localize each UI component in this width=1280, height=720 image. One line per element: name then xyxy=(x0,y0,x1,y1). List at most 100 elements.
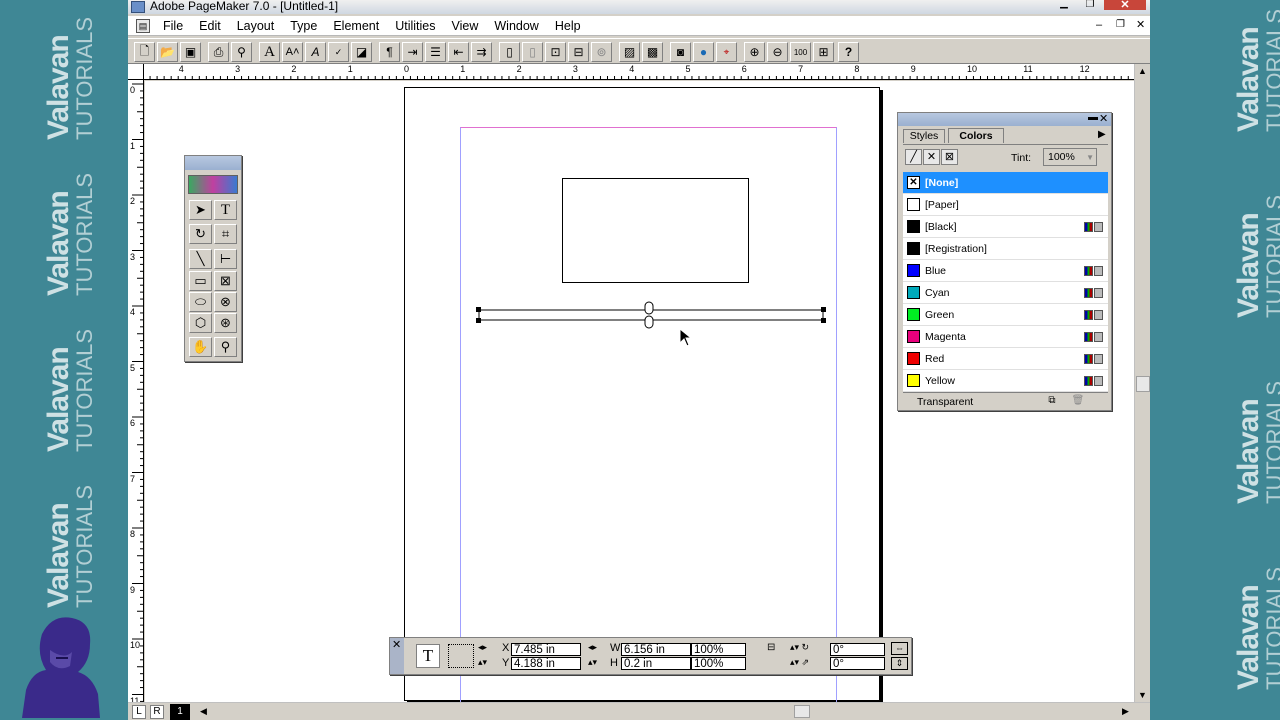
indent-icon[interactable]: ⇥ xyxy=(402,42,423,62)
flip-vertical-icon[interactable]: ⇕ xyxy=(891,657,908,670)
color-row[interactable]: Green xyxy=(903,304,1108,326)
polygon-tool-icon[interactable]: ⬡ xyxy=(189,313,212,333)
maximize-icon[interactable]: ❐ xyxy=(1078,0,1102,10)
stroke-icon[interactable]: ╱ xyxy=(905,149,922,165)
control-close-icon[interactable]: ✕ xyxy=(392,638,401,651)
rotation-field[interactable]: 0° xyxy=(830,643,885,656)
w-nudge-icon[interactable]: ◂▸ xyxy=(588,642,597,653)
fit-icon[interactable]: ⊞ xyxy=(813,42,834,62)
left-master-page[interactable]: L xyxy=(132,705,146,719)
style-icon[interactable]: A xyxy=(305,42,326,62)
reference-point-icon[interactable] xyxy=(448,644,474,668)
pdf-icon[interactable]: ⌖ xyxy=(716,42,737,62)
bullets-icon[interactable]: ☰ xyxy=(425,42,446,62)
doc-minimize-icon[interactable]: – xyxy=(1096,19,1102,31)
tab-colors[interactable]: Colors xyxy=(948,128,1004,143)
zoom-in-icon[interactable]: ⊕ xyxy=(744,42,765,62)
layout-icon[interactable]: ⊟ xyxy=(568,42,589,62)
y-nudge-icon[interactable]: ▴▾ xyxy=(478,657,487,668)
export-icon[interactable]: ◙ xyxy=(670,42,691,62)
zoom-out-icon[interactable]: ⊖ xyxy=(767,42,788,62)
polygon-frame-tool-icon[interactable]: ⊛ xyxy=(214,313,237,333)
both-icon[interactable]: ⊠ xyxy=(941,149,958,165)
rotate-tool-icon[interactable]: ↻ xyxy=(189,224,212,244)
find-icon[interactable]: ⚲ xyxy=(231,42,252,62)
spell-icon[interactable]: ✓ xyxy=(328,42,349,62)
font-icon[interactable]: A xyxy=(259,42,280,62)
zoom-tool-icon[interactable]: ⚲ xyxy=(214,337,237,357)
page-icon-current[interactable]: 1 xyxy=(170,704,190,720)
text-tool-icon[interactable]: T xyxy=(214,200,237,220)
horizontal-scroll-thumb[interactable] xyxy=(794,705,810,718)
tab-styles[interactable]: Styles xyxy=(903,129,945,143)
menu-utilities[interactable]: Utilities xyxy=(387,16,443,36)
menu-edit[interactable]: Edit xyxy=(191,16,229,36)
ellipse-tool-icon[interactable]: ⬭ xyxy=(189,292,212,312)
print-icon[interactable]: ⎙ xyxy=(208,42,229,62)
rectangle-frame[interactable] xyxy=(562,178,749,283)
rotate-nudge-icon[interactable]: ▴▾ ↻ xyxy=(790,642,809,653)
page-icon[interactable]: ▯ xyxy=(499,42,520,62)
color-row[interactable]: Yellow xyxy=(903,370,1108,392)
doc-restore-icon[interactable]: ❐ xyxy=(1116,19,1125,30)
text-mode-icon[interactable]: T xyxy=(416,644,440,668)
ruler-origin[interactable] xyxy=(128,64,144,80)
hand-tool-icon[interactable]: ✋ xyxy=(189,337,212,357)
ellipse-frame-tool-icon[interactable]: ⊗ xyxy=(214,292,237,312)
fill-icon[interactable]: ◪ xyxy=(351,42,372,62)
y-position-field[interactable]: 4.188 in xyxy=(511,657,581,670)
increase-indent-icon[interactable]: ⇉ xyxy=(471,42,492,62)
line-tool-icon[interactable]: ╲ xyxy=(189,249,212,269)
page[interactable] xyxy=(404,87,880,707)
menu-layout[interactable]: Layout xyxy=(229,16,283,36)
color-row[interactable]: [Registration] xyxy=(903,238,1108,260)
colors-titlebar[interactable]: ▬ ✕ xyxy=(898,112,1111,126)
palette-minimize-icon[interactable]: ▬ xyxy=(1088,112,1098,123)
color-row[interactable]: Red xyxy=(903,348,1108,370)
proportional-icon[interactable]: ⊟ xyxy=(767,642,775,653)
doc-close-icon[interactable]: ✕ xyxy=(1136,18,1145,31)
document-icon[interactable]: ▤ xyxy=(136,18,150,33)
menu-view[interactable]: View xyxy=(444,16,487,36)
x-position-field[interactable]: 7.485 in xyxy=(511,643,581,656)
selected-line[interactable] xyxy=(473,301,829,331)
link-icon[interactable]: ⊚ xyxy=(591,42,612,62)
menu-type[interactable]: Type xyxy=(282,16,325,36)
h-nudge-icon[interactable]: ▴▾ xyxy=(588,657,597,668)
control-palette-grip[interactable]: ✕ xyxy=(390,638,404,674)
actual-size-icon[interactable]: 100 xyxy=(790,42,811,62)
palette-close-icon[interactable]: ✕ xyxy=(1099,112,1108,125)
skew-nudge-icon[interactable]: ▴▾ ⇗ xyxy=(790,657,809,668)
help-icon[interactable]: ? xyxy=(838,42,859,62)
crop-tool-icon[interactable]: ⌗ xyxy=(214,224,237,244)
vertical-scroll-thumb[interactable] xyxy=(1136,376,1150,392)
color-row[interactable]: [Paper] xyxy=(903,194,1108,216)
color-row[interactable]: [Black] xyxy=(903,216,1108,238)
save-icon[interactable]: ▣ xyxy=(180,42,201,62)
menu-element[interactable]: Element xyxy=(325,16,387,36)
decrease-indent-icon[interactable]: ⇤ xyxy=(448,42,469,62)
skew-field[interactable]: 0° xyxy=(830,657,885,670)
width-field[interactable]: 6.156 in xyxy=(621,643,691,656)
frame-icon[interactable]: ⊡ xyxy=(545,42,566,62)
trash-icon[interactable]: 🗑 xyxy=(1071,395,1085,408)
scroll-left-icon[interactable]: ◀ xyxy=(200,706,207,717)
color-row[interactable]: ✕ [None] xyxy=(903,172,1108,194)
size-up-icon[interactable]: A˄ xyxy=(282,42,303,62)
menu-file[interactable]: File xyxy=(155,16,191,36)
rectangle-frame-tool-icon[interactable]: ⊠ xyxy=(214,271,237,291)
place-icon[interactable]: ▨ xyxy=(619,42,640,62)
close-icon[interactable]: ✕ xyxy=(1104,0,1146,11)
color-row[interactable]: Magenta xyxy=(903,326,1108,348)
globe-icon[interactable]: ● xyxy=(693,42,714,62)
paragraph-icon[interactable]: ¶ xyxy=(379,42,400,62)
pointer-tool-icon[interactable]: ➤ xyxy=(189,200,212,220)
scroll-down-icon[interactable]: ▼ xyxy=(1138,690,1147,700)
height-field[interactable]: 0.2 in xyxy=(621,657,691,670)
open-icon[interactable]: 📂 xyxy=(157,42,178,62)
image-icon[interactable]: ▩ xyxy=(642,42,663,62)
minimize-icon[interactable]: ▁ xyxy=(1052,0,1076,10)
new-icon[interactable]: 🗋 xyxy=(134,42,155,62)
scroll-up-icon[interactable]: ▲ xyxy=(1138,66,1147,76)
toolbox-titlebar[interactable] xyxy=(185,156,241,170)
